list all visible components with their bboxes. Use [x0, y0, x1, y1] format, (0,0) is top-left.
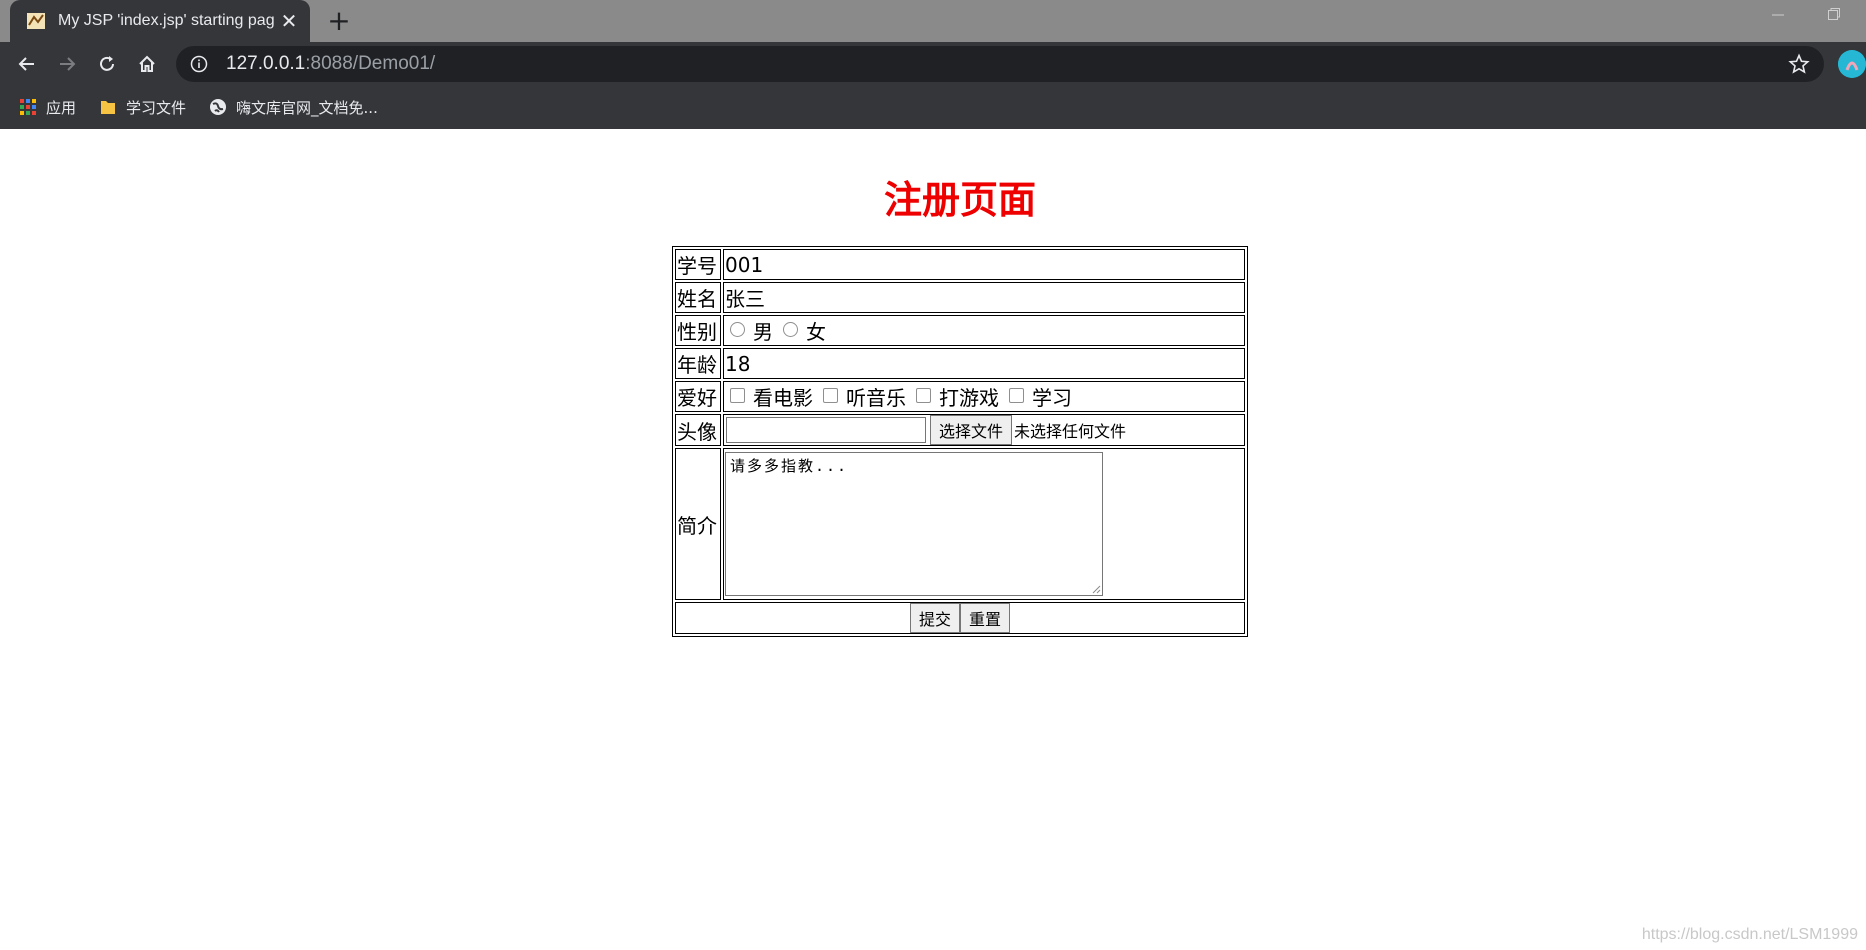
- id-value: 001: [725, 252, 764, 277]
- restore-icon[interactable]: [1814, 6, 1854, 32]
- form-row-age: 年龄 18: [675, 348, 1245, 379]
- hobby-movie-checkbox[interactable]: [730, 388, 745, 403]
- choose-file-button[interactable]: 选择文件: [930, 415, 1013, 445]
- address-bar[interactable]: 127.0.0.1:8088/Demo01/: [176, 46, 1824, 82]
- resize-grip-icon[interactable]: [1091, 584, 1101, 594]
- reload-icon[interactable]: [91, 48, 123, 80]
- gender-female-radio[interactable]: [783, 322, 798, 337]
- avatar-file-input: 选择文件 未选择任何文件: [723, 414, 1245, 446]
- tab-strip: My JSP 'index.jsp' starting pag ✕ +: [0, 0, 1866, 42]
- tab-title: My JSP 'index.jsp' starting pag: [58, 12, 275, 29]
- id-input[interactable]: 001: [723, 249, 1245, 280]
- actions-cell: 提交 重置: [675, 602, 1245, 634]
- url-text: 127.0.0.1:8088/Demo01/: [226, 53, 435, 75]
- bookmark-apps[interactable]: 应用: [18, 97, 76, 118]
- form-row-intro: 简介 请多多指教...: [675, 448, 1245, 600]
- id-label: 学号: [675, 249, 721, 280]
- form-row-actions: 提交 重置: [675, 602, 1245, 634]
- hobby-music-checkbox[interactable]: [823, 388, 838, 403]
- gender-female-label: 女: [806, 320, 826, 344]
- form-row-name: 姓名 张三: [675, 282, 1245, 313]
- submit-button[interactable]: 提交: [909, 603, 960, 633]
- gender-options: 男女: [723, 315, 1245, 346]
- bookmark-label: 嗨文库官网_文档免...: [236, 98, 378, 117]
- form-row-hobby: 爱好 看电影 听音乐 打游戏 学习: [675, 381, 1245, 412]
- file-status-text: 未选择任何文件: [1014, 422, 1127, 441]
- gender-male-label: 男: [753, 320, 773, 344]
- age-value: 18: [725, 351, 751, 376]
- back-icon[interactable]: [11, 48, 43, 80]
- bookmark-wenku[interactable]: 嗨文库官网_文档免...: [208, 97, 378, 118]
- info-icon[interactable]: [188, 53, 210, 75]
- hobby-movie-label: 看电影: [753, 386, 813, 410]
- hobby-study-checkbox[interactable]: [1009, 388, 1024, 403]
- name-input[interactable]: 张三: [723, 282, 1245, 313]
- url-path: :8088/Demo01/: [305, 53, 436, 74]
- globe-icon: [208, 97, 228, 117]
- gender-male-radio[interactable]: [730, 322, 745, 337]
- browser-chrome: My JSP 'index.jsp' starting pag ✕ + 127.…: [0, 0, 1866, 129]
- tomcat-favicon-icon: [26, 11, 46, 31]
- bookmarks-bar: 应用 学习文件 嗨文库官网_文档免...: [0, 92, 1866, 122]
- folder-icon: [98, 97, 118, 117]
- name-value: 张三: [725, 287, 765, 311]
- registration-form: 学号 001 姓名 张三 性别 男女 年龄 18 爱好 看电影 听音乐 打游戏 学习 …: [672, 246, 1248, 637]
- home-icon[interactable]: [131, 48, 163, 80]
- page-content: 注册页面 学号 001 姓名 张三 性别 男女 年龄 18 爱好 看电影 听音乐打…: [0, 129, 1866, 950]
- hobby-options: 看电影 听音乐 打游戏 学习: [723, 381, 1245, 412]
- hobby-game-checkbox[interactable]: [916, 388, 931, 403]
- forward-icon[interactable]: [51, 48, 83, 80]
- avatar-label: 头像: [675, 414, 721, 446]
- form-row-id: 学号 001: [675, 249, 1245, 280]
- intro-textarea[interactable]: 请多多指教...: [725, 452, 1103, 596]
- apps-grid-icon: [18, 97, 38, 117]
- browser-toolbar: 127.0.0.1:8088/Demo01/: [0, 42, 1866, 86]
- hobby-study-label: 学习: [1032, 386, 1072, 410]
- profile-avatar[interactable]: [1838, 50, 1866, 78]
- name-label: 姓名: [675, 282, 721, 313]
- url-host: 127.0.0.1: [226, 53, 306, 74]
- gender-label: 性别: [675, 315, 721, 346]
- hobby-game-label: 打游戏: [939, 386, 999, 410]
- intro-cell: 请多多指教...: [723, 448, 1245, 600]
- reset-button[interactable]: 重置: [960, 603, 1011, 633]
- form-row-gender: 性别 男女: [675, 315, 1245, 346]
- minimize-icon[interactable]: [1758, 6, 1798, 32]
- hobby-music-label: 听音乐: [846, 386, 906, 410]
- active-tab[interactable]: My JSP 'index.jsp' starting pag ✕: [10, 0, 310, 42]
- bookmark-label: 应用: [46, 98, 77, 117]
- new-tab-button[interactable]: +: [324, 6, 354, 36]
- bookmark-star-icon[interactable]: [1788, 53, 1810, 75]
- tab-close-icon[interactable]: ✕: [276, 9, 302, 33]
- age-input[interactable]: 18: [723, 348, 1245, 379]
- watermark: https://blog.csdn.net/LSM1999: [1641, 926, 1858, 943]
- form-row-avatar: 头像 选择文件 未选择任何文件: [675, 414, 1245, 446]
- bookmark-study-folder[interactable]: 学习文件: [98, 97, 186, 118]
- intro-label: 简介: [675, 448, 721, 600]
- hobby-label: 爱好: [675, 381, 721, 412]
- bookmark-label: 学习文件: [126, 98, 187, 117]
- page-title: 注册页面: [883, 178, 1036, 222]
- avatar-file-path-field[interactable]: [726, 417, 926, 443]
- intro-text: 请多多指教...: [730, 457, 849, 475]
- age-label: 年龄: [675, 348, 721, 379]
